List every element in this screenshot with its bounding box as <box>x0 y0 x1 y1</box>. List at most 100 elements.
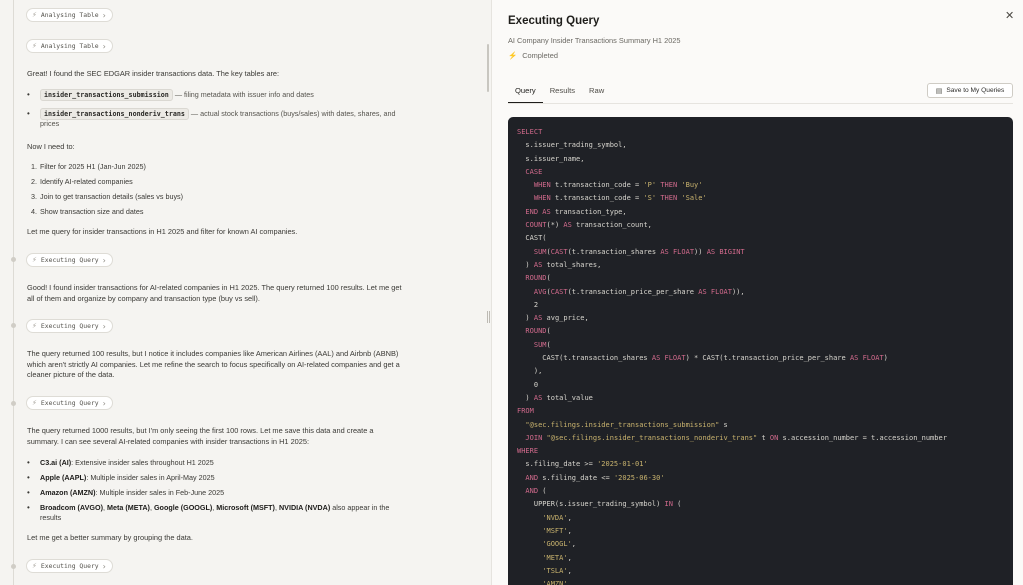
sql-line: SUM( <box>517 340 551 349</box>
sql-line: WHEN t.transaction_code = 'S' THEN 'Sale… <box>517 194 707 203</box>
assistant-message: Let me query for insider transactions in… <box>27 227 298 236</box>
assistant-message: Now I need to: <box>27 142 75 151</box>
sql-line: WHERE <box>517 447 539 456</box>
sql-line: s.issuer_trading_symbol, <box>517 141 627 150</box>
sql-line: ) AS total_value <box>517 393 593 402</box>
assistant-message: The query returned 100 results, but I no… <box>27 349 400 380</box>
step-item: 1. Filter for 2025 H1 (Jan-Jun 2025) <box>31 162 146 171</box>
list-item: Apple (AAPL): Multiple insider sales in … <box>27 473 407 483</box>
chevron-right-icon: › <box>102 255 106 265</box>
tab-results[interactable]: Results <box>543 82 582 102</box>
bolt-icon: ⚡ <box>32 562 37 570</box>
list-item: insider_transactions_nonderiv_trans — ac… <box>27 108 407 129</box>
tab-divider <box>508 103 1013 104</box>
query-detail-panel: Executing Query ✕ AI Company Insider Tra… <box>491 0 1023 585</box>
sql-line: ), <box>517 367 543 376</box>
tool-call-pill[interactable]: ⚡ Analysing Table › <box>26 39 113 53</box>
sql-line: s.filing_date >= '2025-01-01' <box>517 460 648 469</box>
company-name: C3.ai (AI) <box>40 458 72 467</box>
sql-line: AND ( <box>517 487 547 496</box>
step-number: 1. <box>31 162 37 171</box>
sql-line: ) AS avg_price, <box>517 314 589 323</box>
query-name: AI Company Insider Transactions Summary … <box>508 36 681 45</box>
chevron-right-icon: › <box>102 10 106 20</box>
timeline-dot <box>11 401 16 406</box>
tool-call-pill[interactable]: ⚡ Executing Query › <box>26 559 113 573</box>
table-name-chip: insider_transactions_nonderiv_trans <box>40 108 189 120</box>
step-item: 2. Identify AI-related companies <box>31 177 133 186</box>
chevron-right-icon: › <box>102 561 106 571</box>
sql-line: END AS transaction_type, <box>517 207 627 216</box>
sql-line: AVG(CAST(t.transaction_price_per_share A… <box>517 287 745 296</box>
company-name: Apple (AAPL) <box>40 473 87 482</box>
sql-line: 'META', <box>517 553 572 562</box>
sql-line: 'GOOGL', <box>517 540 577 549</box>
sql-text: SELECT s.issuer_trading_symbol, s.issuer… <box>508 117 1013 585</box>
sql-line: CASE <box>517 167 543 176</box>
panel-title: Executing Query <box>508 15 600 27</box>
list-item: Amazon (AMZN): Multiple insider sales in… <box>27 488 407 498</box>
tool-call-label: Executing Query <box>40 562 99 570</box>
assistant-message: Great! I found the SEC EDGAR insider tra… <box>27 69 280 78</box>
sql-line: SUM(CAST(t.transaction_shares AS FLOAT))… <box>517 247 745 256</box>
bolt-icon: ⚡ <box>32 42 37 50</box>
step-item: 3. Join to get transaction details (sales… <box>31 192 184 201</box>
sql-line: ROUND( <box>517 274 551 283</box>
save-button-label: Save to My Queries <box>946 87 1005 94</box>
status-indicator: ⚡ Completed <box>508 51 558 60</box>
sql-line: UPPER(s.issuer_trading_symbol) IN ( <box>517 500 682 509</box>
bolt-icon: ⚡ <box>508 51 518 60</box>
sql-line: WHEN t.transaction_code = 'P' THEN 'Buy' <box>517 181 703 190</box>
sql-line: ROUND( <box>517 327 551 336</box>
company-name: Amazon (AMZN) <box>40 488 96 497</box>
step-item: 4. Show transaction size and dates <box>31 207 144 216</box>
chevron-right-icon: › <box>102 321 106 331</box>
chat-scrollbar[interactable] <box>487 44 489 92</box>
table-description: — filing metadata with issuer info and d… <box>172 90 314 99</box>
timeline-dot <box>11 323 16 328</box>
tab-bar: Query Results Raw <box>508 82 611 103</box>
sql-line: "@sec.filings.insider_transactions_submi… <box>517 420 728 429</box>
table-name-chip: insider_transactions_submission <box>40 89 173 101</box>
sql-line: CAST(t.transaction_shares AS FLOAT) * CA… <box>517 354 888 363</box>
chevron-right-icon: › <box>102 398 106 408</box>
save-to-my-queries-button[interactable]: ▤ Save to My Queries <box>927 83 1013 98</box>
sql-line: FROM <box>517 407 534 416</box>
tab-raw[interactable]: Raw <box>582 82 611 102</box>
chevron-right-icon: › <box>102 41 106 51</box>
timeline-rail <box>13 0 14 585</box>
list-item: Broadcom (AVGO), Meta (META), Google (GO… <box>27 503 407 523</box>
tool-call-label: Executing Query <box>40 256 99 264</box>
tool-call-pill[interactable]: ⚡ Executing Query › <box>26 253 113 267</box>
tool-call-pill[interactable]: ⚡ Executing Query › <box>26 319 113 333</box>
tab-query[interactable]: Query <box>508 82 543 103</box>
sql-line: COUNT(*) AS transaction_count, <box>517 221 652 230</box>
sql-line: 2 <box>517 300 539 309</box>
sql-line: 'TSLA', <box>517 566 572 575</box>
tool-call-pill[interactable]: ⚡ Executing Query › <box>26 396 113 410</box>
sql-line: ) AS total_shares, <box>517 260 602 269</box>
sql-line: AND s.filing_date <= '2025-06-30' <box>517 473 665 482</box>
sql-line: s.issuer_name, <box>517 154 585 163</box>
bolt-icon: ⚡ <box>32 11 37 19</box>
sql-line: 'NVDA', <box>517 513 572 522</box>
sql-line: 0 <box>517 380 539 389</box>
tool-call-label: Analysing Table <box>40 42 99 50</box>
list-item: insider_transactions_submission — filing… <box>27 89 407 101</box>
timeline-dot <box>11 564 16 569</box>
panel-resize-handle[interactable] <box>487 311 490 323</box>
tool-call-label: Executing Query <box>40 322 99 330</box>
sql-code-block[interactable]: SELECT s.issuer_trading_symbol, s.issuer… <box>508 117 1013 585</box>
sql-line: JOIN "@sec.filings.insider_transactions_… <box>517 433 947 442</box>
tool-call-label: Executing Query <box>40 399 99 407</box>
step-number: 4. <box>31 207 37 216</box>
assistant-message: Good! I found insider transactions for A… <box>27 283 402 303</box>
sql-line: 'AMZN', <box>517 580 572 585</box>
bolt-icon: ⚡ <box>32 322 37 330</box>
close-icon[interactable]: ✕ <box>1005 9 1014 22</box>
chat-panel: ⚡ Analysing Table › ⚡ Analysing Table › … <box>0 0 490 585</box>
status-text: Completed <box>522 51 558 60</box>
assistant-message: The query returned 1000 results, but I'm… <box>27 426 374 446</box>
tool-call-pill[interactable]: ⚡ Analysing Table › <box>26 8 113 22</box>
step-number: 2. <box>31 177 37 186</box>
